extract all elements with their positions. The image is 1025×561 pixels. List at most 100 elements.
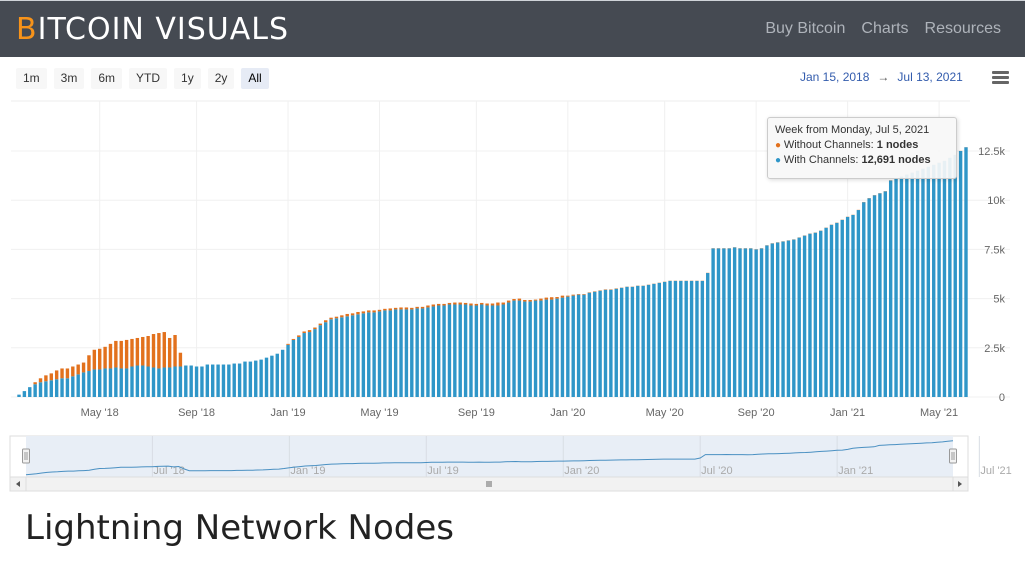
page-title: Lightning Network Nodes [25, 508, 455, 548]
bar-with-channels [652, 283, 656, 397]
bar-with-channels [313, 329, 317, 397]
bar-with-channels [372, 312, 376, 397]
bar-without-channels [291, 338, 296, 340]
bar-without-channels [318, 323, 323, 326]
bar-with-channels [840, 219, 844, 397]
bar-with-channels [587, 292, 592, 397]
bar-without-channels [517, 298, 522, 301]
bar-with-channels [420, 308, 425, 397]
bar-with-channels [205, 364, 210, 397]
tooltip-with-label: With Channels: [783, 154, 862, 166]
with-channels-dot-icon: ● [775, 155, 784, 166]
range-1m-button[interactable]: 1m [16, 68, 47, 89]
bar-without-channels [71, 366, 75, 377]
bar-with-channels [211, 364, 215, 397]
bar-with-channels [593, 291, 597, 397]
range-3m-button[interactable]: 3m [53, 68, 85, 89]
bar-with-channels [722, 248, 726, 397]
bar-with-channels [544, 299, 549, 397]
bar-with-channels [49, 380, 53, 397]
tooltip-row-with: ● With Channels: 12,691 nodes [775, 153, 949, 168]
date-to-input[interactable]: Jul 13, 2021 [897, 70, 962, 84]
nav-charts[interactable]: Charts [861, 20, 908, 38]
bar-without-channels [54, 370, 59, 380]
nav-buy-bitcoin[interactable]: Buy Bitcoin [765, 20, 845, 38]
bar-without-channels [544, 297, 549, 300]
navigator-tick-label: Jul '21 [980, 465, 1011, 477]
x-tick-label: Sep '20 [738, 407, 775, 419]
bar-with-channels [754, 249, 758, 397]
bar-with-channels [614, 288, 618, 397]
bar-without-channels [436, 303, 441, 306]
y-tick-label: 7.5k [984, 244, 1005, 256]
date-from-input[interactable]: Jan 15, 2018 [800, 70, 869, 84]
bar-with-channels [447, 304, 452, 397]
bar-with-channels [566, 296, 570, 397]
bar-with-channels [926, 166, 931, 397]
y-axis: 0 2.5k 5k 7.5k 10k 12.5k [978, 146, 1005, 404]
bar-without-channels [367, 310, 371, 313]
bar-with-channels [905, 174, 909, 397]
bar-without-channels [124, 339, 129, 369]
bar-with-channels [684, 280, 688, 397]
logo-text: ITCOIN VISUALS [37, 12, 290, 47]
bar-with-channels [141, 365, 145, 397]
bar-with-channels [689, 280, 694, 397]
bar-with-channels [60, 378, 64, 397]
x-tick-label: Jan '21 [830, 407, 865, 419]
range-1y-button[interactable]: 1y [174, 68, 201, 89]
x-tick-label: May '18 [81, 407, 119, 419]
bar-without-channels [523, 299, 527, 302]
bar-without-channels [173, 335, 177, 367]
bar-with-channels [227, 364, 231, 397]
nav-resources[interactable]: Resources [925, 20, 1001, 38]
range-all-button[interactable]: All [241, 68, 269, 89]
bar-with-channels [184, 365, 188, 397]
x-tick-label: May '19 [360, 407, 398, 419]
bar-with-channels [732, 247, 737, 397]
bar-with-channels [964, 147, 968, 397]
hamburger-menu-icon[interactable] [992, 71, 1009, 84]
bar-with-channels [243, 361, 247, 397]
bar-with-channels [549, 299, 554, 397]
bar-with-channels [867, 198, 871, 397]
bar-with-channels [81, 372, 86, 397]
range-6m-button[interactable]: 6m [91, 68, 123, 89]
bar-with-channels [280, 349, 285, 397]
bar-with-channels [942, 160, 947, 397]
bar-without-channels [426, 305, 430, 308]
bar-without-channels [372, 310, 376, 313]
bar-without-channels [345, 313, 349, 317]
logo-letter-b: B [16, 12, 38, 47]
navigator-right-handle[interactable] [949, 448, 957, 464]
bar-with-channels [237, 363, 242, 397]
bar-without-channels [383, 308, 387, 311]
bar-with-channels [738, 248, 742, 397]
bar-with-channels [318, 325, 323, 397]
bar-with-channels [679, 280, 683, 397]
bar-with-channels [469, 305, 473, 397]
bar-with-channels [297, 336, 301, 397]
bar-without-channels [135, 337, 140, 366]
bar-without-channels [151, 334, 156, 368]
bar-without-channels [458, 302, 462, 305]
bar-with-channels [851, 214, 855, 397]
bar-with-channels [410, 309, 414, 397]
bar-with-channels [668, 280, 672, 397]
tooltip-title: Week from Monday, Jul 5, 2021 [775, 124, 930, 136]
bar-without-channels [307, 330, 312, 333]
bar-without-channels [480, 302, 484, 305]
bar-with-channels [835, 222, 839, 397]
bar-with-channels [878, 193, 882, 397]
navigator-left-handle[interactable] [22, 448, 30, 464]
bar-with-channels [496, 305, 500, 397]
bar-with-channels [291, 339, 296, 397]
x-tick-label: Jan '20 [550, 407, 585, 419]
range-2y-button[interactable]: 2y [207, 68, 235, 89]
date-range: Jan 15, 2018 → Jul 13, 2021 [800, 70, 963, 84]
bar-with-channels [582, 294, 586, 397]
bar-without-channels [98, 348, 102, 370]
bar-with-channels [431, 306, 436, 397]
site-logo[interactable]: BITCOIN VISUALS [16, 12, 289, 47]
range-ytd-button[interactable]: YTD [129, 68, 168, 89]
